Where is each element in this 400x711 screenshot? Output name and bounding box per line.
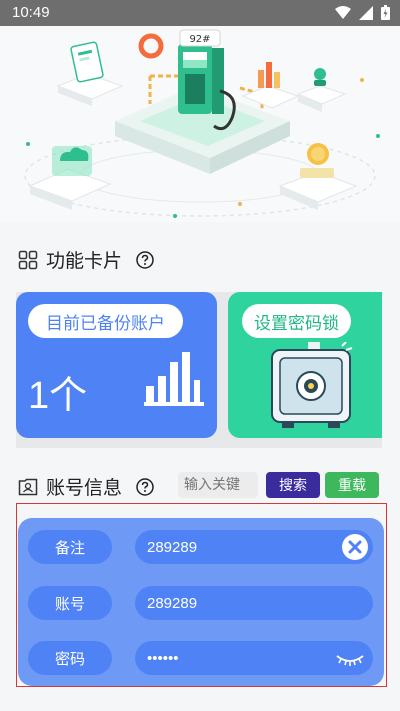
battery-icon [381, 5, 390, 20]
search-input[interactable] [178, 472, 258, 498]
signal-icon [359, 5, 373, 20]
eye-closed-icon[interactable] [335, 644, 365, 672]
row-label-password: 密码 [28, 641, 112, 675]
help-icon[interactable] [136, 250, 154, 269]
password-value: •••••• [147, 649, 179, 667]
contact-card-icon [18, 478, 38, 495]
account-row-account: 账号 289289 [28, 586, 374, 620]
password-field[interactable]: •••••• [135, 641, 373, 675]
set-password-lock-card[interactable]: 设置密码锁 [228, 292, 382, 438]
status-time: 10:49 [12, 4, 50, 21]
account-info-title: 账号信息 [46, 477, 123, 499]
hero-illustration: 92# [0, 26, 400, 222]
backup-accounts-card[interactable]: 目前已备份账户 1个 [16, 292, 217, 438]
account-row-note: 备注 289289 [28, 530, 374, 564]
svg-text:92#: 92# [189, 34, 210, 45]
search-button[interactable]: 搜索 [266, 472, 320, 498]
account-card[interactable]: 备注 289289 账号 289289 密码 •••••• [18, 518, 384, 686]
bar-chart-icon [144, 352, 204, 406]
account-info-header: 账号信息 [18, 473, 154, 500]
feature-cards-title: 功能卡片 [46, 250, 123, 272]
backup-accounts-count: 1个 [28, 375, 88, 417]
wifi-icon [335, 5, 351, 19]
safe-icon [271, 342, 353, 428]
reload-button[interactable]: 重载 [325, 472, 379, 498]
account-field[interactable]: 289289 [135, 586, 373, 620]
backup-accounts-label: 目前已备份账户 [28, 304, 183, 338]
row-label-account: 账号 [28, 586, 112, 620]
feature-cards-header: 功能卡片 [18, 246, 154, 273]
gas-station-illustration: 92# [24, 29, 380, 218]
status-bar: 10:49 [0, 0, 400, 26]
note-field[interactable]: 289289 [135, 530, 373, 564]
close-icon[interactable] [341, 533, 369, 561]
feature-cards-strip[interactable]: 目前已备份账户 1个 设置密码锁 [16, 292, 382, 448]
account-row-password: 密码 •••••• [28, 641, 374, 675]
note-value: 289289 [147, 538, 198, 556]
set-password-lock-label: 设置密码锁 [242, 304, 351, 338]
grid-icon [18, 250, 38, 269]
row-label-note: 备注 [28, 530, 112, 564]
account-value: 289289 [147, 594, 198, 612]
help-icon[interactable] [136, 477, 154, 496]
